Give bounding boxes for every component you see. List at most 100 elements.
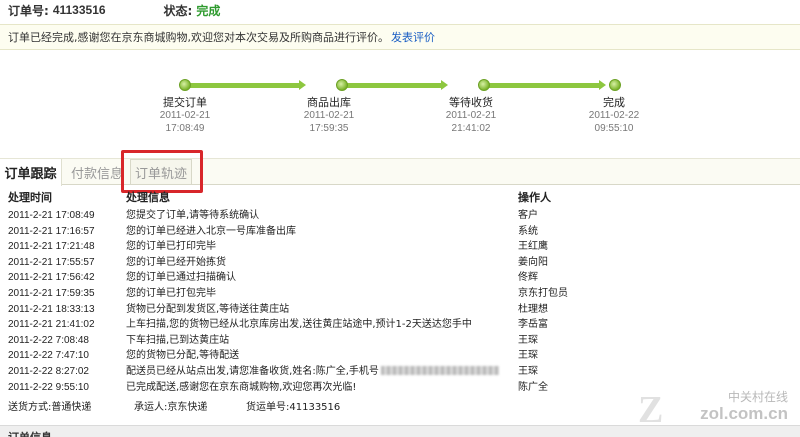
completion-notice: 订单已经完成,感谢您在京东商城购物,欢迎您对本次交易及所购商品进行评价。 发表评… (0, 24, 800, 50)
progress-arrow-2 (441, 80, 448, 90)
row-info: 您的订单已经进入北京一号库准备出库 (126, 225, 296, 237)
shipping-method: 送货方式:普通快递 (8, 402, 92, 413)
table-row: 2011-2-21 18:33:13 货物已分配到发货区,等待送往黄庄站 杜理想 (0, 302, 800, 318)
progress-line-3 (489, 83, 599, 88)
row-operator: 姜向阳 (518, 256, 548, 268)
log-table: 2011-2-21 17:08:49 您提交了订单,请等待系统确认 客户 201… (0, 208, 800, 395)
progress-step: 提交订单 2011-02-21 17:08:49 (140, 96, 230, 135)
order-info-title: 订单信息 (8, 429, 52, 437)
table-row: 2011-2-21 21:41:02 上车扫描,您的货物已经从北京库房出发,送往… (0, 317, 800, 333)
row-info: 配送员已经从站点出发,请您准备收货,姓名:陈广全,手机号 (126, 365, 379, 377)
row-operator: 王红鹰 (518, 241, 548, 253)
step-time: 17:08:49 (165, 123, 205, 134)
step-date: 2011-02-21 (445, 110, 497, 121)
header-info: 处理信息 (126, 191, 170, 204)
notice-text: 订单已经完成,感谢您在京东商城购物,欢迎您对本次交易及所购商品进行评价。 (8, 31, 389, 44)
table-row: 2011-2-21 17:55:57 您的订单已经开始拣货 姜向阳 (0, 255, 800, 271)
log-table-header: 处理时间 处理信息 操作人 (0, 186, 800, 204)
table-row: 2011-2-22 7:08:48 下车扫描,已到达黄庄站 王琛 (0, 333, 800, 349)
order-header: 订单号: 41133516 状态: 完成 (0, 0, 800, 20)
step-time: 21:41:02 (451, 123, 491, 134)
shipping-tracking-number: 货运单号:41133516 (246, 402, 341, 413)
row-operator: 王琛 (518, 365, 538, 377)
step-time: 17:59:35 (309, 123, 349, 134)
progress-step: 商品出库 2011-02-21 17:59:35 (284, 96, 374, 135)
row-time: 2011-2-21 21:41:02 (8, 319, 95, 331)
redacted-phone-number (380, 366, 499, 376)
progress-line-2 (347, 83, 442, 88)
progress-arrow-3 (599, 80, 606, 90)
row-info: 下车扫描,已到达黄庄站 (126, 334, 230, 346)
order-number: 41133516 (52, 3, 106, 17)
tab-order-tracking[interactable]: 订单跟踪 (0, 159, 62, 186)
order-status-label: 状态: (163, 3, 193, 18)
table-row: 2011-2-22 7:47:10 您的货物已分配,等待配送 王琛 (0, 348, 800, 364)
table-row: 2011-2-21 17:16:57 您的订单已经进入北京一号库准备出库 系统 (0, 224, 800, 240)
tab-payment-info[interactable]: 付款信息 (68, 159, 126, 185)
row-time: 2011-2-21 18:33:13 (8, 303, 95, 315)
row-operator: 杜理想 (518, 303, 548, 315)
watermark-url: zol.com.cn (700, 404, 788, 423)
row-info: 您的货物已分配,等待配送 (126, 350, 240, 362)
row-info: 您的订单已打印完毕 (126, 241, 216, 253)
row-time: 2011-2-21 17:21:48 (8, 241, 95, 253)
row-time: 2011-2-22 9:55:10 (8, 381, 89, 393)
table-row: 2011-2-21 17:56:42 您的订单已通过扫描确认 佟辉 (0, 270, 800, 286)
row-time: 2011-2-21 17:16:57 (8, 225, 95, 237)
row-info: 已完成配送,感谢您在京东商城购物,欢迎您再次光临! (126, 381, 357, 393)
progress-line-1 (189, 83, 299, 88)
progress-dot-4 (609, 79, 621, 91)
row-operator: 佟辉 (518, 272, 538, 284)
row-time: 2011-2-21 17:59:35 (8, 287, 95, 299)
progress-step: 完成 2011-02-22 09:55:10 (569, 96, 659, 135)
table-row: 2011-2-22 8:27:02 配送员已经从站点出发,请您准备收货,姓名:陈… (0, 364, 800, 380)
row-operator: 系统 (518, 225, 538, 237)
table-row: 2011-2-21 17:21:48 您的订单已打印完毕 王红鹰 (0, 239, 800, 255)
order-tabs: 订单跟踪 付款信息 订单轨迹 (0, 158, 800, 186)
row-operator: 客户 (518, 210, 538, 221)
order-progress: 提交订单 2011-02-21 17:08:49 商品出库 2011-02-21… (0, 52, 800, 152)
progress-dot-1 (179, 79, 191, 91)
step-date: 2011-02-22 (588, 110, 640, 121)
header-time: 处理时间 (8, 191, 52, 204)
progress-step: 等待收货 2011-02-21 21:41:02 (426, 96, 516, 135)
row-time: 2011-2-22 7:08:48 (8, 334, 89, 346)
table-row: 2011-2-21 17:08:49 您提交了订单,请等待系统确认 客户 (0, 208, 800, 224)
row-info: 您的订单已打包完毕 (126, 287, 216, 299)
row-time: 2011-2-22 8:27:02 (8, 365, 89, 377)
step-name: 完成 (603, 96, 625, 109)
row-info: 您的订单已通过扫描确认 (126, 272, 236, 284)
step-name: 商品出库 (307, 96, 351, 109)
progress-dot-3 (478, 79, 490, 91)
progress-dot-2 (336, 79, 348, 91)
watermark-text: 中关村在线 (727, 390, 788, 404)
order-number-label: 订单号: (8, 3, 49, 18)
row-info: 您的订单已经开始拣货 (126, 256, 226, 268)
row-operator: 王琛 (518, 350, 538, 362)
step-name: 等待收货 (449, 96, 493, 109)
order-info-section-bar: 订单信息 (0, 425, 800, 437)
row-info: 货物已分配到发货区,等待送往黄庄站 (126, 303, 290, 315)
row-info-with-redaction: 配送员已经从站点出发,请您准备收货,姓名:陈广全,手机号 (126, 364, 501, 380)
row-time: 2011-2-22 7:47:10 (8, 350, 89, 362)
header-operator: 操作人 (518, 191, 551, 204)
row-time: 2011-2-21 17:55:57 (8, 256, 95, 268)
row-operator: 京东打包员 (518, 287, 568, 299)
row-info: 您提交了订单,请等待系统确认 (126, 210, 260, 221)
step-name: 提交订单 (163, 96, 207, 109)
row-operator: 李岳富 (518, 319, 548, 331)
shipping-carrier: 承运人:京东快递 (134, 402, 208, 413)
row-time: 2011-2-21 17:56:42 (8, 272, 95, 284)
step-date: 2011-02-21 (303, 110, 355, 121)
site-watermark: Z 中关村在线 zol.com.cn (638, 388, 788, 431)
progress-arrow-1 (299, 80, 306, 90)
row-info: 上车扫描,您的货物已经从北京库房出发,送往黄庄站途中,预计1-2天送达您手中 (126, 319, 472, 331)
row-operator: 陈广全 (518, 381, 548, 393)
step-date: 2011-02-21 (159, 110, 211, 121)
table-row: 2011-2-21 17:59:35 您的订单已打包完毕 京东打包员 (0, 286, 800, 302)
row-time: 2011-2-21 17:08:49 (8, 210, 95, 221)
step-time: 09:55:10 (594, 123, 634, 134)
order-status: 完成 (196, 3, 221, 18)
row-operator: 王琛 (518, 334, 538, 346)
review-link[interactable]: 发表评价 (391, 29, 435, 45)
